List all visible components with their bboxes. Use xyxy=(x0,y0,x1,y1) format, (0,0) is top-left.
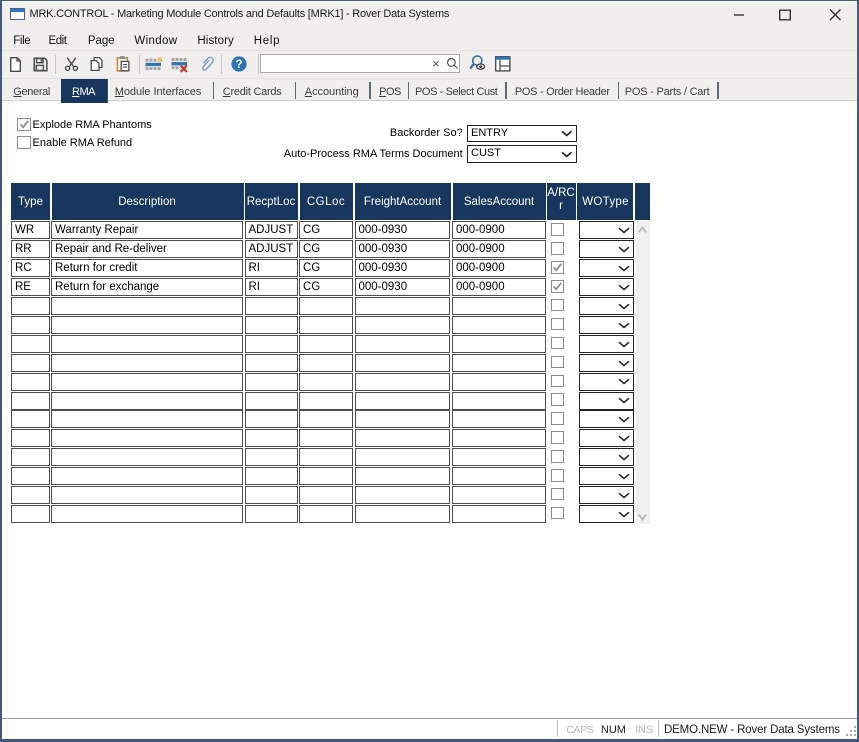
svg-text:?: ? xyxy=(235,59,242,71)
